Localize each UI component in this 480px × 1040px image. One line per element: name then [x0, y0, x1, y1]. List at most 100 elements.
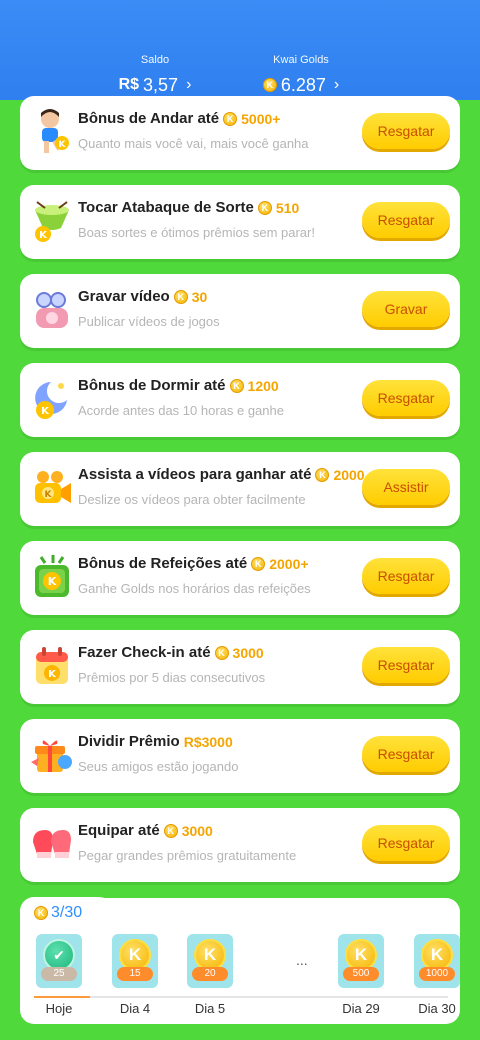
task-title: Bônus de Andar até K 5000+: [78, 110, 280, 127]
day-label: Dia 29: [342, 1001, 380, 1016]
task-card: K Tocar Atabaque de Sorte K 510 Boas sor…: [20, 185, 460, 259]
checkin-panel: K 3/30 ✔ 25 K 15 K 20 ... K 500 K 1000 H…: [20, 898, 460, 1024]
ellipsis: ...: [296, 952, 308, 968]
video-camera-icon: K: [26, 462, 78, 514]
task-title: Bônus de Refeições até K 2000+: [78, 555, 309, 572]
camera-icon: [26, 284, 78, 336]
day-reward: 25: [41, 967, 77, 981]
gift-icon: [26, 729, 78, 781]
coin-icon: K: [163, 823, 178, 838]
task-title: Bônus de Dormir até K 1200: [78, 377, 279, 394]
checkin-progress-fill: [34, 996, 90, 998]
saldo-currency: R$: [118, 76, 140, 93]
golds-section[interactable]: Kwai Golds K 6.287 ›: [236, 52, 366, 98]
task-amount: 2000+: [269, 555, 309, 572]
task-amount: 3000: [232, 644, 264, 661]
moon-icon: K: [26, 373, 78, 425]
task-title-text: Bônus de Dormir até: [78, 377, 226, 394]
day-label: Dia 30: [418, 1001, 456, 1016]
task-subtitle: Quanto mais você vai, mais você ganha: [78, 136, 309, 151]
day-reward: 1000: [419, 967, 455, 981]
calendar-icon: K: [26, 640, 78, 692]
boxing-glove-icon: [26, 818, 78, 870]
task-subtitle: Seus amigos estão jogando: [78, 759, 239, 774]
drum-icon: K: [26, 195, 78, 247]
svg-text:K: K: [48, 575, 57, 588]
task-amount: R$3000: [183, 733, 233, 750]
day-reward: 20: [192, 967, 228, 981]
saldo-value-row[interactable]: R$ 3,57 ›: [100, 72, 210, 98]
resgatar-button[interactable]: Resgatar: [362, 113, 450, 149]
task-title-text: Dividir Prêmio: [78, 733, 180, 750]
svg-text:K: K: [41, 406, 50, 417]
coin-icon: K: [229, 378, 244, 393]
gravar-button[interactable]: Gravar: [362, 291, 450, 327]
resgatar-button[interactable]: Resgatar: [362, 736, 450, 772]
resgatar-button[interactable]: Resgatar: [362, 825, 450, 861]
task-card: K Fazer Check-in até K 3000 Prêmios por …: [20, 630, 460, 704]
chevron-right-icon: ›: [333, 76, 340, 93]
task-subtitle: Acorde antes das 10 horas e ganhe: [78, 403, 284, 418]
day-reward: 500: [343, 967, 379, 981]
chevron-right-icon: ›: [186, 76, 192, 93]
meal-icon: K: [26, 551, 78, 603]
resgatar-button[interactable]: Resgatar: [362, 380, 450, 416]
checkin-progress-track: [34, 996, 448, 998]
checkin-day[interactable]: K 500: [338, 934, 384, 988]
svg-text:K: K: [48, 669, 57, 680]
coin-icon: K: [315, 467, 330, 482]
day-label: Dia 5: [194, 1001, 226, 1016]
saldo-label: Saldo: [140, 54, 170, 66]
checkin-day[interactable]: K 20: [187, 934, 233, 988]
task-title-text: Gravar vídeo: [78, 288, 170, 305]
saldo-section[interactable]: Saldo R$ 3,57 ›: [100, 52, 210, 98]
coin-icon: K: [214, 645, 229, 660]
day-reward: 15: [117, 967, 153, 981]
task-amount: 5000+: [241, 110, 281, 127]
task-amount: 2000: [333, 466, 365, 483]
checkin-day[interactable]: K 1000: [414, 934, 460, 988]
day-label: Hoje: [45, 1001, 73, 1016]
task-card: K Bônus de Dormir até K 1200 Acorde ante…: [20, 363, 460, 437]
balance-header: Saldo R$ 3,57 › Kwai Golds K 6.287 ›: [0, 0, 480, 100]
task-amount: 1200: [247, 377, 279, 394]
saldo-value: 3,57: [143, 75, 179, 95]
coin-icon: K: [223, 111, 238, 126]
checkin-count-text: 3/30: [51, 904, 83, 921]
task-card: Dividir Prêmio R$3000 Seus amigos estão …: [20, 719, 460, 793]
task-title: Dividir Prêmio R$3000: [78, 733, 233, 750]
checkin-day-today[interactable]: ✔ 25: [36, 934, 82, 988]
task-card: K Bônus de Refeições até K 2000+ Ganhe G…: [20, 541, 460, 615]
task-card: K Assista a vídeos para ganhar até K 200…: [20, 452, 460, 526]
task-title-text: Equipar até: [78, 822, 160, 839]
task-title: Equipar até K 3000: [78, 822, 213, 839]
task-title: Fazer Check-in até K 3000: [78, 644, 264, 661]
task-card: K Bônus de Andar até K 5000+ Quanto mais…: [20, 96, 460, 170]
task-subtitle: Pegar grandes prêmios gratuitamente: [78, 848, 297, 863]
resgatar-button[interactable]: Resgatar: [362, 202, 450, 238]
checkin-day[interactable]: K 15: [112, 934, 158, 988]
svg-text:K: K: [39, 230, 48, 241]
coin-icon: K: [257, 200, 272, 215]
svg-text:K: K: [59, 140, 67, 150]
golds-value-row[interactable]: K 6.287 ›: [236, 72, 366, 98]
coin-icon: K: [173, 289, 188, 304]
resgatar-button[interactable]: Resgatar: [362, 647, 450, 683]
task-title-text: Bônus de Andar até: [78, 110, 220, 127]
task-subtitle: Ganhe Golds nos horários das refeições: [78, 581, 311, 596]
day-label: Dia 4: [119, 1001, 151, 1016]
task-card: Gravar vídeo K 30 Publicar vídeos de jog…: [20, 274, 460, 348]
coin-icon: K: [262, 78, 277, 92]
task-title: Tocar Atabaque de Sorte K 510: [78, 199, 299, 216]
task-amount: 510: [275, 199, 300, 216]
task-title: Assista a vídeos para ganhar até K 2000: [78, 466, 365, 483]
task-card: Equipar até K 3000 Pegar grandes prêmios…: [20, 808, 460, 882]
task-amount: 30: [191, 288, 208, 305]
task-title-text: Tocar Atabaque de Sorte: [78, 199, 254, 216]
coin-icon: K: [34, 906, 48, 920]
resgatar-button[interactable]: Resgatar: [362, 558, 450, 594]
svg-text:K: K: [45, 490, 53, 500]
task-subtitle: Publicar vídeos de jogos: [78, 314, 220, 329]
assistir-button[interactable]: Assistir: [362, 469, 450, 505]
task-amount: 3000: [181, 822, 213, 839]
